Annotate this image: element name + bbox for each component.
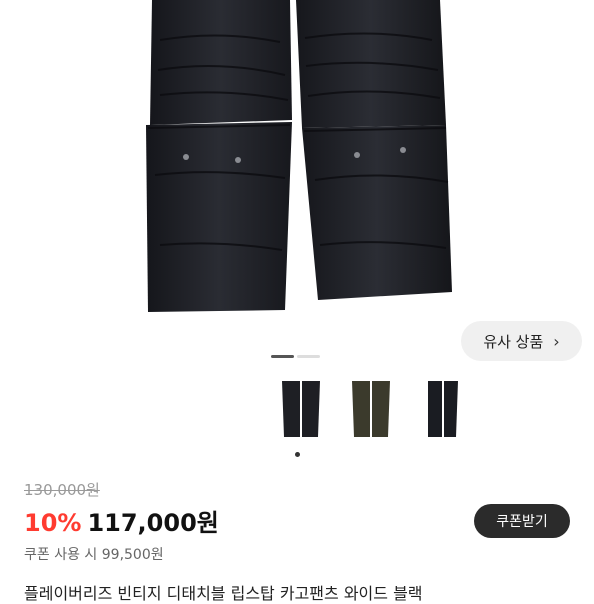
thumbnail-olive[interactable] [344,375,398,445]
sale-price: 117,000원 [87,509,219,537]
chevron-right-icon: › [553,331,560,351]
thumbnail-navy[interactable] [414,375,468,445]
similar-products-button[interactable]: 유사 상품 › [461,321,582,361]
coupon-price-text: 쿠폰 사용 시 99,500원 [24,547,164,563]
product-title: 플레이버리즈 빈티지 디태치블 립스탑 카고팬츠 와이드 블랙 [24,584,423,603]
discount-rate: 10% [24,509,82,537]
thumbnail-black[interactable] [274,375,328,445]
get-coupon-button[interactable]: 쿠폰받기 [474,504,570,538]
product-image[interactable] [0,0,594,345]
similar-products-label: 유사 상품 [483,332,544,351]
gallery-pagination [271,355,320,359]
price-row: 10% 117,000원 [24,503,219,538]
thumbnail-selected-indicator [295,452,300,457]
gallery-indicator-active [271,355,294,358]
cargo-pants-photo [146,0,452,312]
gallery-indicator [297,355,320,358]
original-price: 130,000원 [24,481,100,499]
